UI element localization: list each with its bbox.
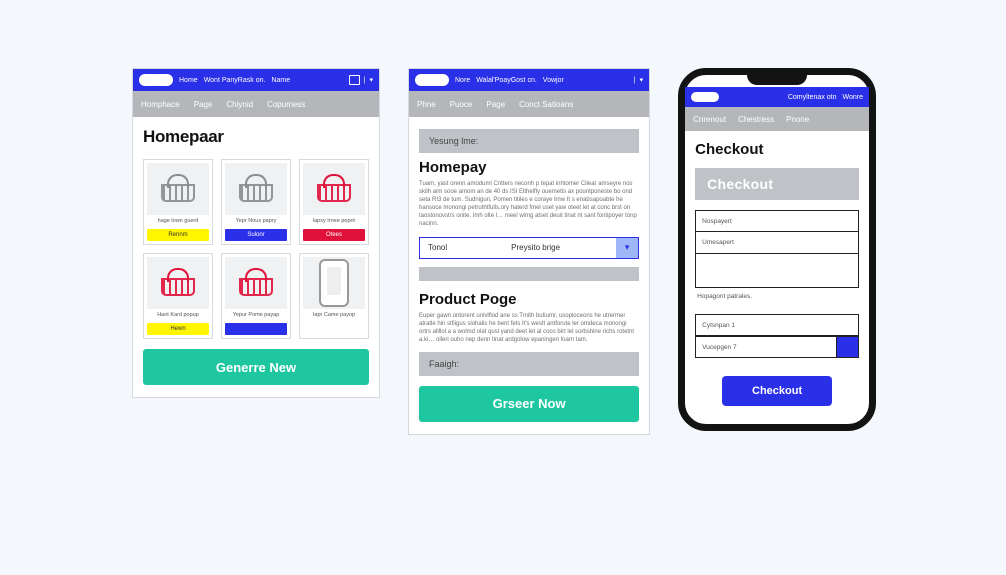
- logo-pill[interactable]: [139, 74, 173, 86]
- section-bar-1: Yesung lme:: [419, 129, 639, 153]
- nav-link-2[interactable]: Walal'PoayGost cn.: [476, 77, 537, 84]
- product-caption: Iapr Came payop: [313, 313, 355, 320]
- field-group-1: Nospayert Umesapert: [695, 210, 859, 288]
- input-row[interactable]: Umesapert: [695, 232, 859, 254]
- field-group-2: Cytsnpan 1 Vucepgen 7: [695, 314, 859, 358]
- panel-checkout-phone: Comyltenax otn Wonre Cnrenout Chestress …: [678, 68, 876, 431]
- checkout-button[interactable]: Checkout: [722, 376, 832, 406]
- product-caption: Yepr Nous papry: [236, 219, 277, 226]
- product-thumb: [147, 257, 209, 309]
- tabstrip: Homphace Page Chiynid Copumess: [133, 91, 379, 117]
- panel-product: Nore Walal'PoayGost cn. Vowjor | ▾ Phne …: [408, 68, 650, 435]
- topbar: Home Wont PanyRask on. Name | ▾: [133, 69, 379, 91]
- product-card[interactable]: Iapr Came payop: [299, 253, 369, 339]
- tab-2[interactable]: Chestress: [738, 115, 774, 124]
- product-cta[interactable]: Hewn: [147, 323, 209, 335]
- tab-3[interactable]: Pnone: [786, 115, 809, 124]
- select-label: Tonol: [420, 243, 455, 252]
- section-paragraph-2: Euper gawn ontorent univlflod ane ss Tmi…: [419, 312, 639, 344]
- section-heading-1: Homepay: [419, 159, 639, 176]
- product-thumb: [303, 163, 365, 215]
- thin-divider-bar: [419, 267, 639, 281]
- primary-cta-button[interactable]: Generre New: [143, 349, 369, 385]
- phone-notch: [747, 75, 807, 85]
- product-thumb: [225, 163, 287, 215]
- product-card[interactable]: Iapsy Irnee poprir Otees: [299, 159, 369, 245]
- primary-cta-button[interactable]: Grseer Now: [419, 386, 639, 422]
- logo-pill[interactable]: [691, 92, 719, 102]
- checkout-banner: Checkout: [695, 168, 859, 200]
- select-value: Preysito brige: [455, 243, 616, 252]
- page-title: Checkout: [695, 141, 859, 158]
- field-label: Hopagont patrales.: [695, 288, 859, 304]
- panel-homepage: Home Wont PanyRask on. Name | ▾ Homphace…: [132, 68, 380, 398]
- chevron-icon[interactable]: ▾: [369, 76, 373, 84]
- topbar: Nore Walal'PoayGost cn. Vowjor | ▾: [409, 69, 649, 91]
- product-cta[interactable]: Rennm: [147, 229, 209, 241]
- phone-icon: [319, 259, 349, 307]
- input-row[interactable]: Vucepgen 7: [695, 336, 837, 358]
- topbar: Comyltenax otn Wonre: [685, 87, 869, 107]
- tab-4[interactable]: Copumess: [267, 100, 305, 109]
- product-card[interactable]: Yepr Nous papry Sulonr: [221, 159, 291, 245]
- section-heading-2: Product Poge: [419, 291, 639, 308]
- product-card[interactable]: Haot Kard popup Hewn: [143, 253, 213, 339]
- tab-1[interactable]: Homphace: [141, 100, 180, 109]
- product-cta[interactable]: [225, 323, 287, 335]
- variant-select[interactable]: Tonol Preysito brige ▾: [419, 237, 639, 259]
- product-grid: hage lown guerd Rennm Yepr Nous papry Su…: [143, 159, 369, 339]
- nav-link-1[interactable]: Home: [179, 77, 198, 84]
- tab-2[interactable]: Puoce: [450, 100, 473, 109]
- tab-3[interactable]: Page: [486, 100, 505, 109]
- combo-row: Vucepgen 7: [695, 336, 859, 358]
- product-caption: Iapsy Irnee poprir: [313, 219, 356, 226]
- nav-link-3[interactable]: Name: [271, 77, 290, 84]
- input-row[interactable]: Nospayert: [695, 210, 859, 232]
- section-bar-2: Faaigh:: [419, 352, 639, 376]
- product-thumb: [303, 257, 365, 309]
- section-paragraph-1: Tuam, yast orenn amoduml Cntters neconh …: [419, 180, 639, 229]
- product-caption: Yepur Pome payap: [233, 313, 280, 320]
- nav-link-1[interactable]: Comyltenax otn: [788, 94, 837, 101]
- tab-2[interactable]: Page: [194, 100, 213, 109]
- product-caption: Haot Kard popup: [157, 313, 199, 320]
- chevron-icon[interactable]: ▾: [640, 76, 644, 84]
- product-thumb: [225, 257, 287, 309]
- product-card[interactable]: Yepur Pome payap: [221, 253, 291, 339]
- product-card[interactable]: hage lown guerd Rennm: [143, 159, 213, 245]
- product-cta[interactable]: Otees: [303, 229, 365, 241]
- tabstrip: Cnrenout Chestress Pnone: [685, 107, 869, 131]
- grid-icon[interactable]: [349, 75, 360, 85]
- tab-1[interactable]: Phne: [417, 100, 436, 109]
- tab-3[interactable]: Chiynid: [226, 100, 253, 109]
- product-cta[interactable]: Sulonr: [225, 229, 287, 241]
- logo-pill[interactable]: [415, 74, 449, 86]
- input-row[interactable]: Cytsnpan 1: [695, 314, 859, 336]
- product-thumb: [147, 163, 209, 215]
- page-title: Homepaar: [143, 127, 369, 147]
- product-caption: hage lown guerd: [158, 219, 199, 226]
- nav-link-2[interactable]: Wonre: [843, 94, 864, 101]
- divider-icon: |: [364, 77, 366, 84]
- combo-action-button[interactable]: [837, 336, 859, 358]
- divider-icon: |: [634, 77, 636, 84]
- nav-link-2[interactable]: Wont PanyRask on.: [204, 77, 266, 84]
- chevron-down-icon[interactable]: ▾: [616, 238, 638, 258]
- nav-link-1[interactable]: Nore: [455, 77, 470, 84]
- tabstrip: Phne Puoce Page Conct Satloans: [409, 91, 649, 117]
- tab-1[interactable]: Cnrenout: [693, 115, 726, 124]
- input-row[interactable]: [695, 254, 859, 288]
- nav-link-3[interactable]: Vowjor: [543, 77, 564, 84]
- tab-4[interactable]: Conct Satloans: [519, 100, 573, 109]
